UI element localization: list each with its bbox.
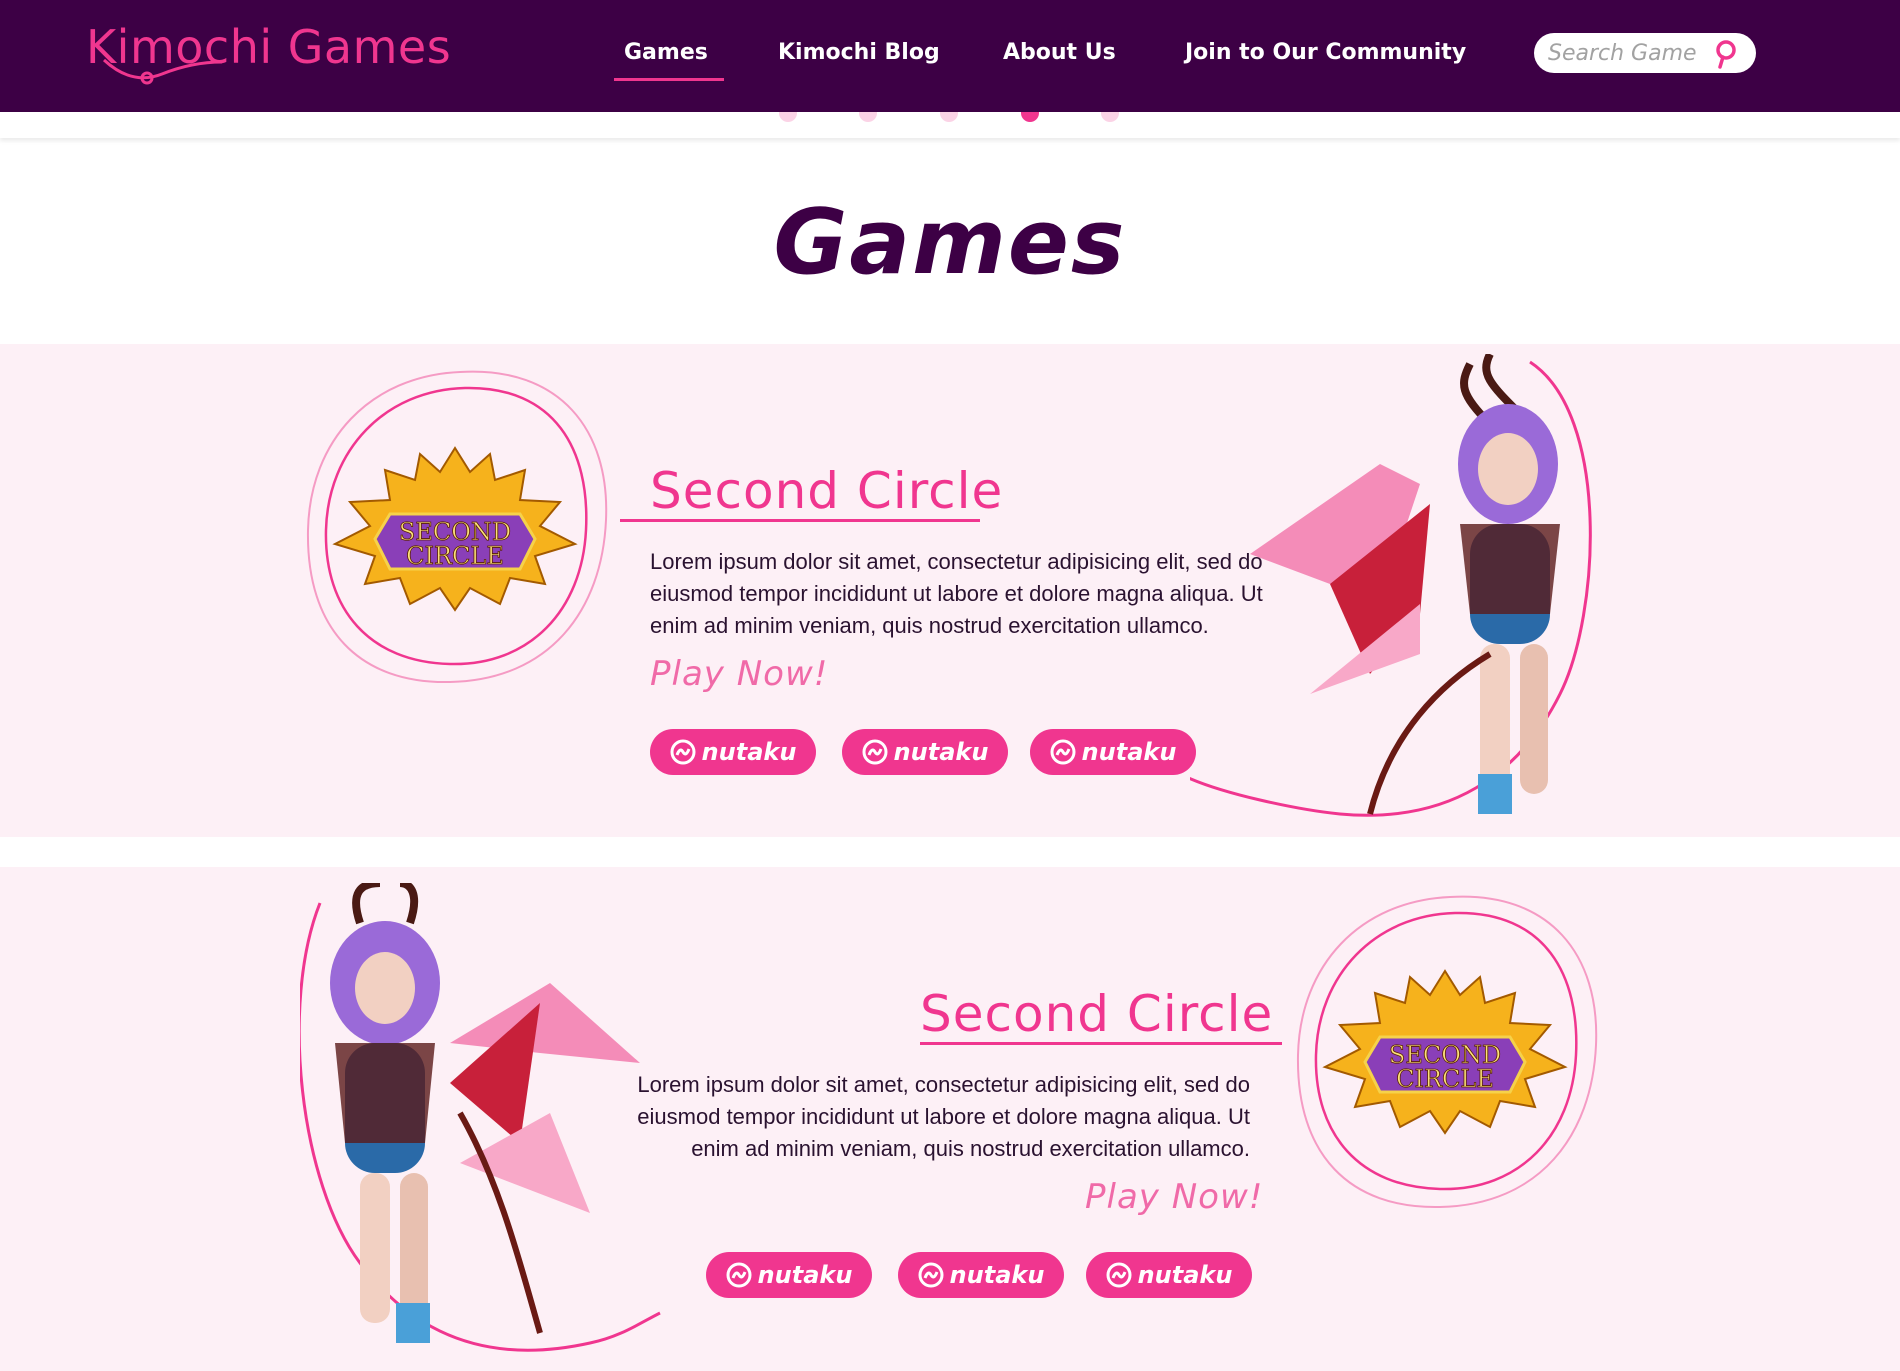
game-card: SECOND CIRCLE Second Circle Lorem ipsum … xyxy=(0,344,1900,837)
carousel-dot-active[interactable] xyxy=(1021,112,1039,122)
title-underline xyxy=(620,519,980,522)
nav-games[interactable]: Games xyxy=(614,40,724,81)
game-description: Lorem ipsum dolor sit amet, consectetur … xyxy=(600,1069,1250,1165)
carousel-dot[interactable] xyxy=(779,112,797,122)
carousel-dot[interactable] xyxy=(940,112,958,122)
nutaku-label: nutaku xyxy=(949,1261,1045,1289)
nutaku-icon xyxy=(862,739,888,765)
top-navbar: Kimochi Games Games Kimochi Blog About U… xyxy=(0,0,1900,112)
description-line: enim ad minim veniam, quis nostrud exerc… xyxy=(691,1136,1250,1161)
play-now-label: Play Now! xyxy=(650,654,829,694)
nutaku-label: nutaku xyxy=(701,738,797,766)
nutaku-button[interactable]: nutaku xyxy=(898,1252,1064,1298)
nutaku-icon xyxy=(1106,1262,1132,1288)
nutaku-button[interactable]: nutaku xyxy=(650,729,816,775)
nutaku-label: nutaku xyxy=(1081,738,1177,766)
nutaku-label: nutaku xyxy=(757,1261,853,1289)
nutaku-button[interactable]: nutaku xyxy=(1086,1252,1252,1298)
nutaku-button[interactable]: nutaku xyxy=(1030,729,1196,775)
character-illustration xyxy=(1190,354,1592,817)
play-now-label: Play Now! xyxy=(1085,1177,1264,1217)
nutaku-icon xyxy=(1050,739,1076,765)
description-line: eiusmod tempor incididunt ut labore et d… xyxy=(637,1104,1250,1129)
nutaku-label: nutaku xyxy=(893,738,989,766)
carousel-dot[interactable] xyxy=(1101,112,1119,122)
description-line: Lorem ipsum dolor sit amet, consectetur … xyxy=(637,1072,1250,1097)
nutaku-icon xyxy=(918,1262,944,1288)
nutaku-icon xyxy=(726,1262,752,1288)
nutaku-icon xyxy=(670,739,696,765)
logo-line-2: CIRCLE xyxy=(406,542,504,570)
carousel-dots xyxy=(0,112,1900,126)
page-title: Games xyxy=(773,190,1127,295)
nutaku-label: nutaku xyxy=(1137,1261,1233,1289)
second-circle-logo: SECOND CIRCLE xyxy=(1322,969,1568,1135)
carousel-dot[interactable] xyxy=(859,112,877,122)
search-input[interactable] xyxy=(1548,37,1713,69)
title-underline xyxy=(920,1042,1282,1045)
search-box xyxy=(1534,33,1756,73)
search-icon[interactable] xyxy=(1712,38,1740,70)
nutaku-button[interactable]: nutaku xyxy=(706,1252,872,1298)
nutaku-button[interactable]: nutaku xyxy=(842,729,1008,775)
nav-about-us[interactable]: About Us xyxy=(1003,40,1116,65)
game-card: Second Circle Lorem ipsum dolor sit amet… xyxy=(0,867,1900,1371)
nav-kimochi-blog[interactable]: Kimochi Blog xyxy=(778,40,940,65)
carousel-strip xyxy=(0,112,1900,138)
game-title: Second Circle xyxy=(650,462,1004,520)
second-circle-logo: SECOND CIRCLE xyxy=(332,446,578,612)
game-title: Second Circle xyxy=(920,985,1274,1043)
nav-join-community[interactable]: Join to Our Community xyxy=(1185,40,1466,65)
logo-line-2: CIRCLE xyxy=(1396,1065,1494,1093)
games-page: Kimochi Games Games Kimochi Blog About U… xyxy=(0,0,1900,1371)
